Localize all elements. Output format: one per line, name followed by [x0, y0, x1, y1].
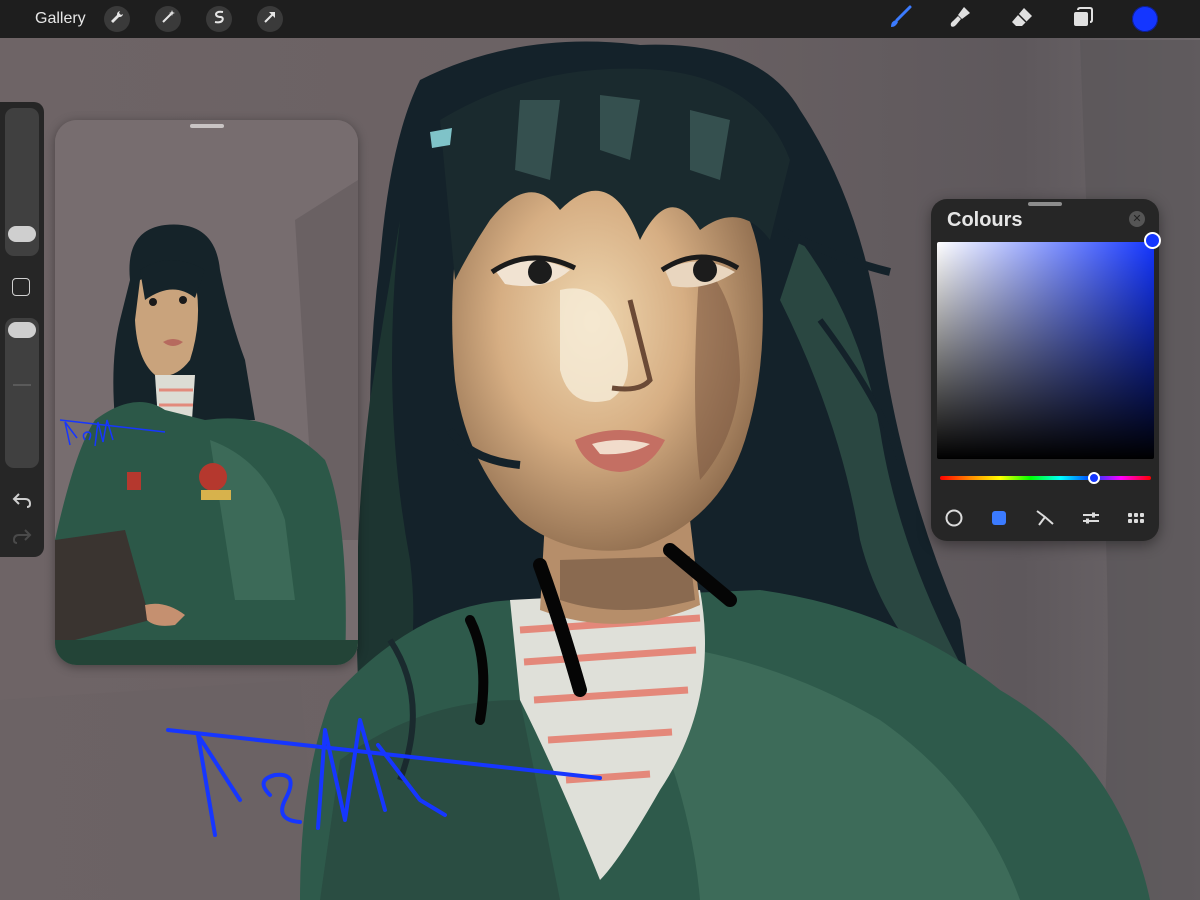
gallery-button[interactable]: Gallery [35, 0, 86, 38]
smudge-icon [948, 5, 972, 34]
adjustments-button[interactable] [155, 6, 181, 32]
left-sidebar [0, 102, 44, 557]
opacity-slider[interactable] [5, 318, 39, 468]
reference-window-handle[interactable] [190, 124, 224, 128]
brush-size-slider[interactable] [5, 108, 39, 256]
disc-icon [944, 508, 964, 533]
harmony-mode-button[interactable] [1033, 508, 1057, 532]
selection-icon [211, 9, 227, 30]
panel-drag-handle[interactable] [1028, 202, 1062, 206]
classic-icon [990, 509, 1008, 532]
brush-size-handle[interactable] [8, 226, 36, 242]
palettes-icon [1126, 508, 1146, 533]
colours-panel: Colours ✕ [931, 199, 1161, 541]
harmony-icon [1034, 507, 1056, 534]
palettes-mode-button[interactable] [1124, 508, 1148, 532]
transform-button[interactable] [257, 6, 283, 32]
paint-tool-button[interactable] [886, 5, 914, 33]
slider-divider [13, 384, 31, 386]
value-icon [1081, 508, 1101, 533]
layers-icon [1071, 5, 1095, 34]
transform-arrow-icon [262, 9, 278, 30]
value-mode-button[interactable] [1079, 508, 1103, 532]
color-picker-handle[interactable] [1144, 232, 1161, 249]
opacity-handle[interactable] [8, 322, 36, 338]
eraser-tool-button[interactable] [1008, 5, 1036, 33]
brush-icon [887, 4, 913, 35]
wrench-icon [109, 9, 125, 30]
classic-mode-button[interactable] [987, 508, 1011, 532]
panel-title: Colours [947, 209, 1023, 231]
eraser-icon [1010, 5, 1034, 34]
close-icon[interactable]: ✕ [1129, 211, 1145, 227]
reference-image [55, 120, 358, 665]
redo-icon[interactable] [11, 526, 33, 546]
current-color-button[interactable] [1132, 6, 1158, 32]
top-toolbar: Gallery [0, 0, 1200, 38]
hue-slider[interactable] [940, 472, 1151, 484]
smudge-tool-button[interactable] [946, 5, 974, 33]
saturation-value-square[interactable] [937, 242, 1154, 459]
reference-window[interactable] [55, 120, 358, 665]
actions-button[interactable] [104, 6, 130, 32]
undo-icon[interactable] [11, 490, 33, 510]
disc-mode-button[interactable] [942, 508, 966, 532]
layers-button[interactable] [1069, 5, 1097, 33]
hue-slider-knob[interactable] [1088, 472, 1100, 484]
magic-wand-icon [160, 9, 176, 30]
selection-button[interactable] [206, 6, 232, 32]
modify-square-icon[interactable] [12, 278, 30, 296]
